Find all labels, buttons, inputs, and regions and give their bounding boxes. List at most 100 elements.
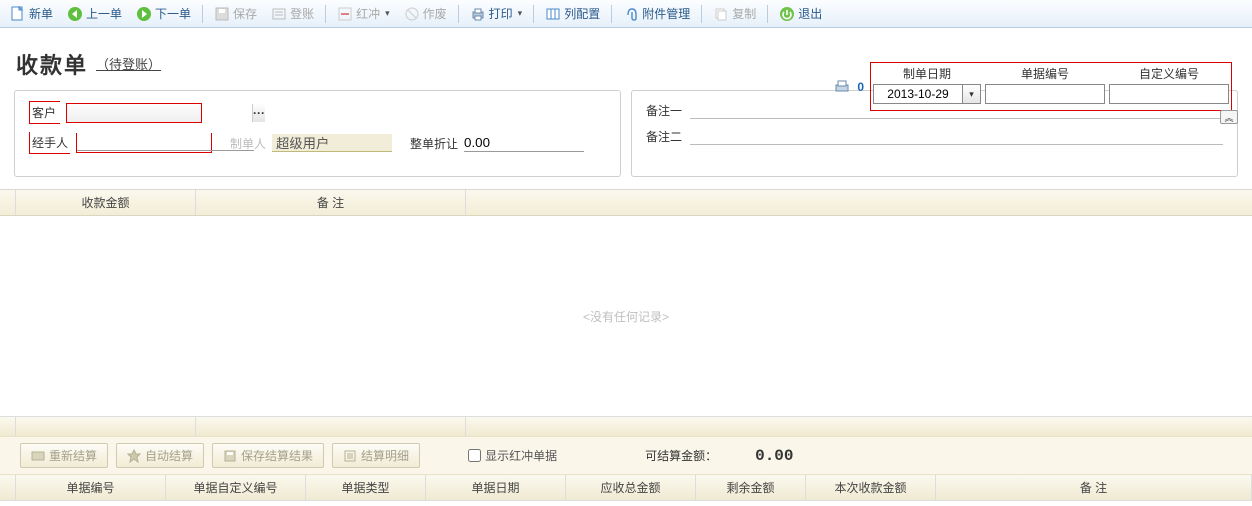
col-thispay[interactable]: 本次收款金额: [806, 475, 936, 500]
print-small-icon[interactable]: [833, 78, 851, 96]
print-icon: [470, 6, 486, 22]
save-icon: [214, 6, 230, 22]
remark2-label: 备注二: [646, 128, 682, 145]
resettle-button[interactable]: 重新结算: [20, 443, 108, 468]
prev-doc-button[interactable]: 上一单: [61, 3, 128, 24]
date-dropdown-button[interactable]: ▾: [963, 84, 981, 104]
resettle-label: 重新结算: [49, 447, 97, 464]
col-remain[interactable]: 剩余金额: [696, 475, 806, 500]
columns-button[interactable]: 列配置: [539, 3, 606, 24]
col-docno[interactable]: 单据编号: [16, 475, 166, 500]
show-red-checkbox[interactable]: 显示红冲单据: [468, 447, 557, 464]
post-button[interactable]: 登账: [265, 3, 320, 24]
col-doctype[interactable]: 单据类型: [306, 475, 426, 500]
next-doc-label: 下一单: [155, 5, 191, 22]
exit-label: 退出: [798, 5, 822, 22]
copy-label: 复制: [732, 5, 756, 22]
columns-label: 列配置: [564, 5, 600, 22]
attach-label: 附件管理: [642, 5, 690, 22]
toolbar-separator: [611, 5, 612, 23]
toolbar-separator: [767, 5, 768, 23]
settle-detail-label: 结算明细: [361, 447, 409, 464]
row-marker-col: [0, 475, 16, 500]
autosettle-label: 自动结算: [145, 447, 193, 464]
creator-value: [272, 134, 392, 152]
customer-input[interactable]: [67, 104, 252, 122]
autosettle-icon: [127, 449, 141, 463]
void-icon: [404, 6, 420, 22]
doc-date-picker[interactable]: ▾: [873, 84, 981, 104]
new-doc-button[interactable]: 新单: [4, 3, 59, 24]
copy-icon: [713, 6, 729, 22]
show-red-label: 显示红冲单据: [485, 447, 557, 464]
post-label: 登账: [290, 5, 314, 22]
remark2-input[interactable]: [690, 127, 1223, 145]
receipt-grid-body[interactable]: <没有任何记录>: [0, 216, 1252, 416]
creator-label: 制单人: [230, 135, 266, 152]
copy-button[interactable]: 复制: [707, 3, 762, 24]
col-docdate[interactable]: 单据日期: [426, 475, 566, 500]
next-doc-icon: [136, 6, 152, 22]
save-label: 保存: [233, 5, 257, 22]
detail-icon: [343, 449, 357, 463]
grid-empty-text: <没有任何记录>: [583, 308, 669, 325]
prev-doc-icon: [67, 6, 83, 22]
show-red-checkbox-input[interactable]: [468, 449, 481, 462]
void-label: 作废: [423, 5, 447, 22]
receipt-grid-footer: [0, 416, 1252, 436]
next-doc-button[interactable]: 下一单: [130, 3, 197, 24]
resettle-icon: [31, 449, 45, 463]
print-label: 打印: [489, 5, 513, 22]
collapse-button[interactable]: ︽: [1220, 110, 1238, 124]
toolbar-separator: [325, 5, 326, 23]
col-amount[interactable]: 收款金额: [16, 190, 196, 215]
date-label: 制单日期: [903, 65, 951, 82]
toolbar-separator: [701, 5, 702, 23]
header-fields-box: 制单日期 ▾ 单据编号 自定义编号: [870, 62, 1232, 111]
post-icon: [271, 6, 287, 22]
main-toolbar: 新单 上一单 下一单 保存 登账 红冲 ▾ 作废 打印 ▾ 列配置 附件管理: [0, 0, 1252, 28]
prev-doc-label: 上一单: [86, 5, 122, 22]
customer-lookup[interactable]: ···: [66, 103, 202, 123]
receipt-grid-header: 收款金额 备 注: [0, 190, 1252, 216]
new-doc-label: 新单: [29, 5, 53, 22]
exit-button[interactable]: 退出: [773, 3, 828, 24]
void-button[interactable]: 作废: [398, 3, 453, 24]
remark1-label: 备注一: [646, 102, 682, 119]
red-icon: [337, 6, 353, 22]
header-right: 0 制单日期 ▾ 单据编号 自定义编号: [833, 62, 1232, 111]
red-button[interactable]: 红冲 ▾: [331, 3, 396, 24]
title-row: 收款单 （待登账） 0 制单日期 ▾ 单据编号 自定义编号: [0, 28, 1252, 86]
docno-input[interactable]: [985, 84, 1105, 104]
handler-input[interactable]: [77, 135, 254, 151]
col-custno[interactable]: 单据自定义编号: [166, 475, 306, 500]
page-status[interactable]: （待登账）: [96, 54, 161, 73]
chevron-down-icon: ▾: [385, 8, 390, 19]
handler-field[interactable]: [76, 133, 212, 153]
handler-label: 经手人: [29, 132, 70, 154]
customer-label: 客户: [29, 101, 60, 124]
save-button[interactable]: 保存: [208, 3, 263, 24]
attach-button[interactable]: 附件管理: [617, 3, 696, 24]
docno-label: 单据编号: [1021, 65, 1069, 82]
settle-detail-button[interactable]: 结算明细: [332, 443, 420, 468]
columns-icon: [545, 6, 561, 22]
col-receivable[interactable]: 应收总金额: [566, 475, 696, 500]
save-result-label: 保存结算结果: [241, 447, 313, 464]
discount-input[interactable]: [464, 134, 584, 152]
custno-label: 自定义编号: [1139, 65, 1199, 82]
chevron-down-icon: ▾: [518, 8, 523, 19]
new-doc-icon: [10, 6, 26, 22]
print-button[interactable]: 打印 ▾: [464, 3, 529, 24]
custno-input[interactable]: [1109, 84, 1229, 104]
settle-grid-header: 单据编号 单据自定义编号 单据类型 单据日期 应收总金额 剩余金额 本次收款金额…: [0, 475, 1252, 501]
col-remark[interactable]: 备 注: [196, 190, 466, 215]
customer-lookup-button[interactable]: ···: [252, 104, 265, 122]
col-remark2[interactable]: 备 注: [936, 475, 1252, 500]
autosettle-button[interactable]: 自动结算: [116, 443, 204, 468]
page-title: 收款单: [16, 48, 88, 80]
left-panel: 客户 ··· 经手人 制单人 整单折让: [14, 90, 621, 177]
toolbar-separator: [458, 5, 459, 23]
doc-date-input[interactable]: [873, 84, 963, 104]
save-result-button[interactable]: 保存结算结果: [212, 443, 324, 468]
